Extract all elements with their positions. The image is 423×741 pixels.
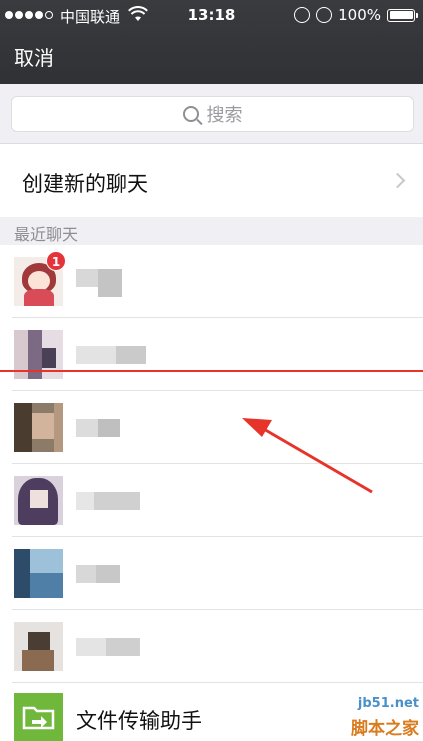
chat-name-redacted bbox=[76, 565, 120, 583]
search-input[interactable]: 搜索 bbox=[11, 96, 414, 132]
annotation-red-line bbox=[0, 370, 423, 372]
chat-row[interactable] bbox=[0, 537, 423, 610]
watermark: jb51.net 脚本之家 bbox=[330, 696, 423, 741]
chat-name: 文件传输助手 bbox=[76, 709, 202, 733]
chat-row[interactable] bbox=[0, 391, 423, 464]
create-new-chat-label: 创建新的聊天 bbox=[22, 172, 148, 196]
watermark-url: jb51.net bbox=[357, 696, 419, 711]
avatar bbox=[14, 622, 63, 671]
chat-row[interactable] bbox=[0, 610, 423, 683]
navigation-bar: 中国联通 13:18 100% 取消 bbox=[0, 0, 423, 84]
chat-row[interactable] bbox=[0, 318, 423, 391]
chat-row[interactable]: 1 bbox=[0, 245, 423, 318]
battery-icon bbox=[387, 8, 418, 22]
chat-name-redacted bbox=[76, 638, 140, 656]
avatar bbox=[14, 476, 63, 525]
watermark-name: 脚本之家 bbox=[351, 719, 419, 739]
avatar bbox=[14, 549, 63, 598]
create-new-chat-row[interactable]: 创建新的聊天 bbox=[0, 145, 423, 217]
search-placeholder: 搜索 bbox=[206, 105, 243, 126]
recent-chats-header: 最近聊天 bbox=[0, 217, 423, 245]
unread-badge: 1 bbox=[46, 251, 66, 271]
chevron-right-icon bbox=[389, 172, 406, 189]
chat-row[interactable] bbox=[0, 464, 423, 537]
alarm-icon bbox=[316, 7, 333, 23]
chat-name-redacted bbox=[76, 419, 120, 437]
avatar bbox=[14, 403, 63, 452]
chat-name-redacted bbox=[76, 269, 122, 297]
rotation-lock-icon bbox=[294, 7, 311, 23]
cancel-button[interactable]: 取消 bbox=[14, 42, 54, 71]
status-bar: 中国联通 13:18 100% bbox=[0, 0, 423, 30]
chat-name-redacted bbox=[76, 346, 146, 364]
search-icon bbox=[182, 106, 199, 122]
battery-percent: 100% bbox=[338, 6, 381, 24]
avatar bbox=[14, 330, 63, 379]
folder-arrow-icon bbox=[14, 693, 63, 741]
search-bar-container: 搜索 bbox=[0, 84, 423, 144]
chat-name-redacted bbox=[76, 492, 140, 510]
